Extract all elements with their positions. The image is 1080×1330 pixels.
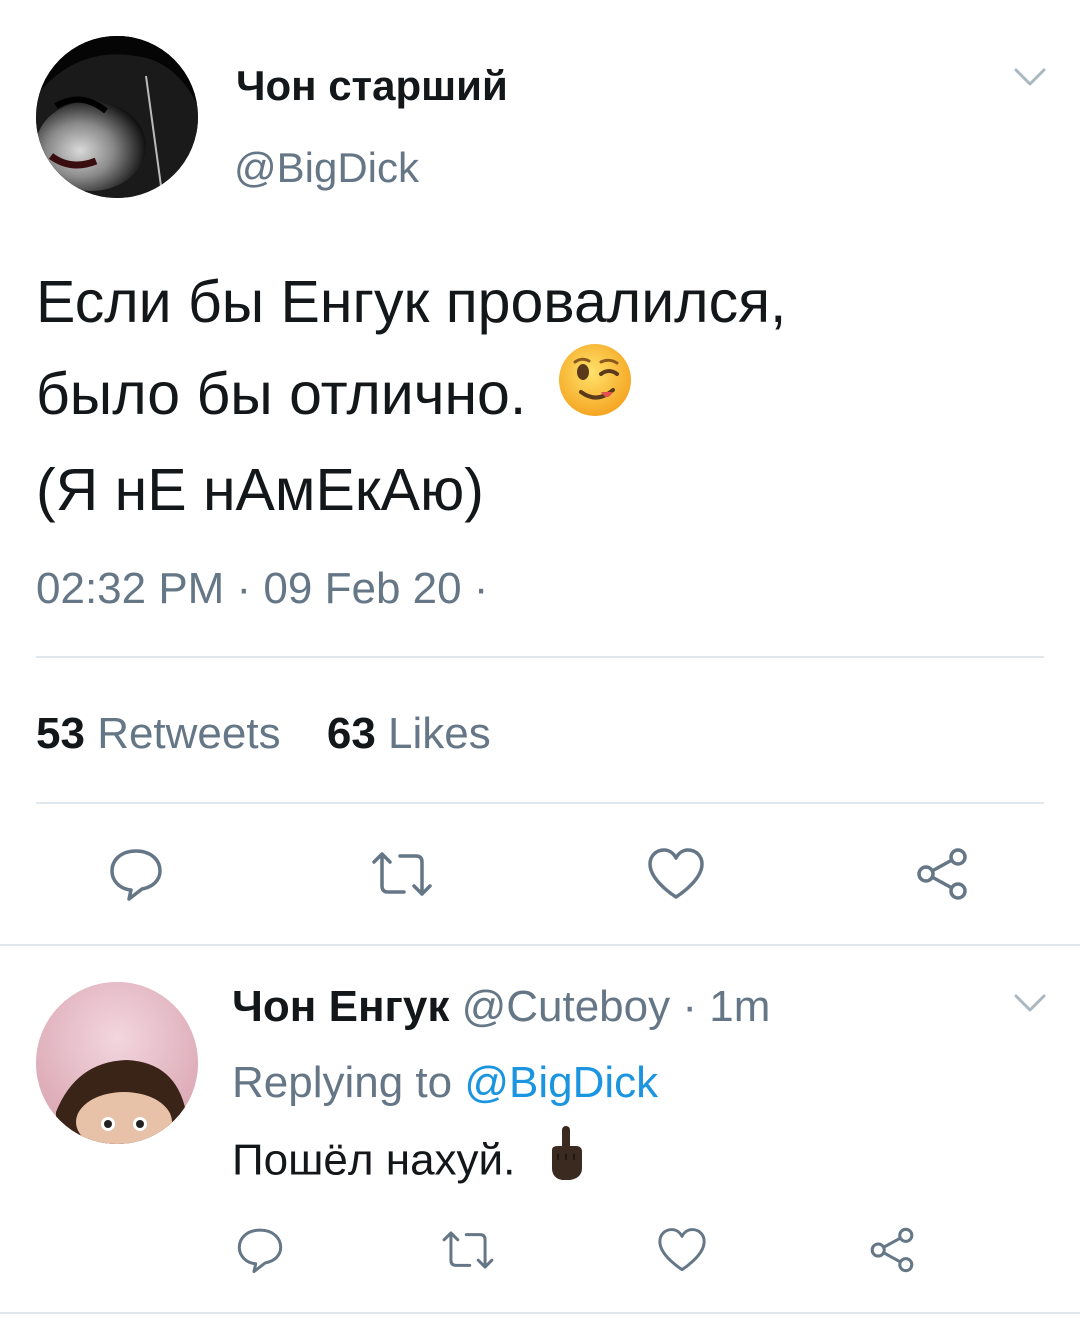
reply-icon[interactable] <box>104 842 168 906</box>
tweet-text-line: (Я нЕ нАмЕкАю) <box>36 457 484 524</box>
main-tweet-display-name[interactable]: Чон старший <box>236 60 508 112</box>
main-tweet-meta: 02:32 PM · 09 Feb 20 · <box>36 564 489 613</box>
retweet-icon[interactable] <box>366 842 438 906</box>
retweets-stat[interactable]: 53 Retweets <box>36 709 293 758</box>
divider <box>0 944 1080 946</box>
retweets-count: 53 <box>36 709 85 758</box>
tweet-text-line: Если бы Енгук провалился, <box>36 269 787 335</box>
replying-to-handle[interactable]: @BigDick <box>464 1058 658 1107</box>
replying-to: Replying to @BigDick <box>232 1056 658 1110</box>
like-icon[interactable] <box>644 842 708 906</box>
retweets-label: Retweets <box>97 709 281 758</box>
chevron-down-icon[interactable] <box>1008 60 1052 96</box>
reply-tweet-avatar[interactable] <box>36 982 198 1144</box>
share-icon[interactable] <box>910 842 974 906</box>
main-tweet-handle[interactable]: @BigDick <box>234 142 419 194</box>
tweet-text-line: было бы отлично. <box>36 344 1056 444</box>
reply-tweet-text: Пошёл нахуй. <box>232 1126 586 1196</box>
reply-tweet-display-name[interactable]: Чон Енгук <box>232 982 449 1031</box>
reply-tweet-time: · 1m <box>682 982 771 1031</box>
likes-stat[interactable]: 63 Likes <box>327 709 491 758</box>
divider <box>36 802 1044 804</box>
winking-face-emoji <box>557 342 633 444</box>
chevron-down-icon[interactable] <box>1008 986 1052 1022</box>
main-tweet-text: Если бы Енгук провалился, было бы отличн… <box>36 256 1056 536</box>
reply-header: Чон Енгук @Cuteboy · 1m <box>232 980 770 1034</box>
like-icon[interactable] <box>654 1222 710 1278</box>
likes-label: Likes <box>388 709 491 758</box>
reply-tweet-handle[interactable]: @Cuteboy <box>462 982 671 1031</box>
likes-count: 63 <box>326 709 376 758</box>
divider <box>0 1312 1080 1314</box>
divider <box>36 656 1044 658</box>
engagement-stats: 53 Retweets 63 Likes <box>36 708 491 760</box>
middle-finger-emoji <box>546 1124 586 1196</box>
reply-icon[interactable] <box>232 1222 288 1278</box>
replying-to-label: Replying to <box>232 1058 453 1107</box>
share-icon[interactable] <box>864 1222 920 1278</box>
main-tweet-avatar[interactable] <box>36 36 198 198</box>
retweet-icon[interactable] <box>436 1222 500 1278</box>
